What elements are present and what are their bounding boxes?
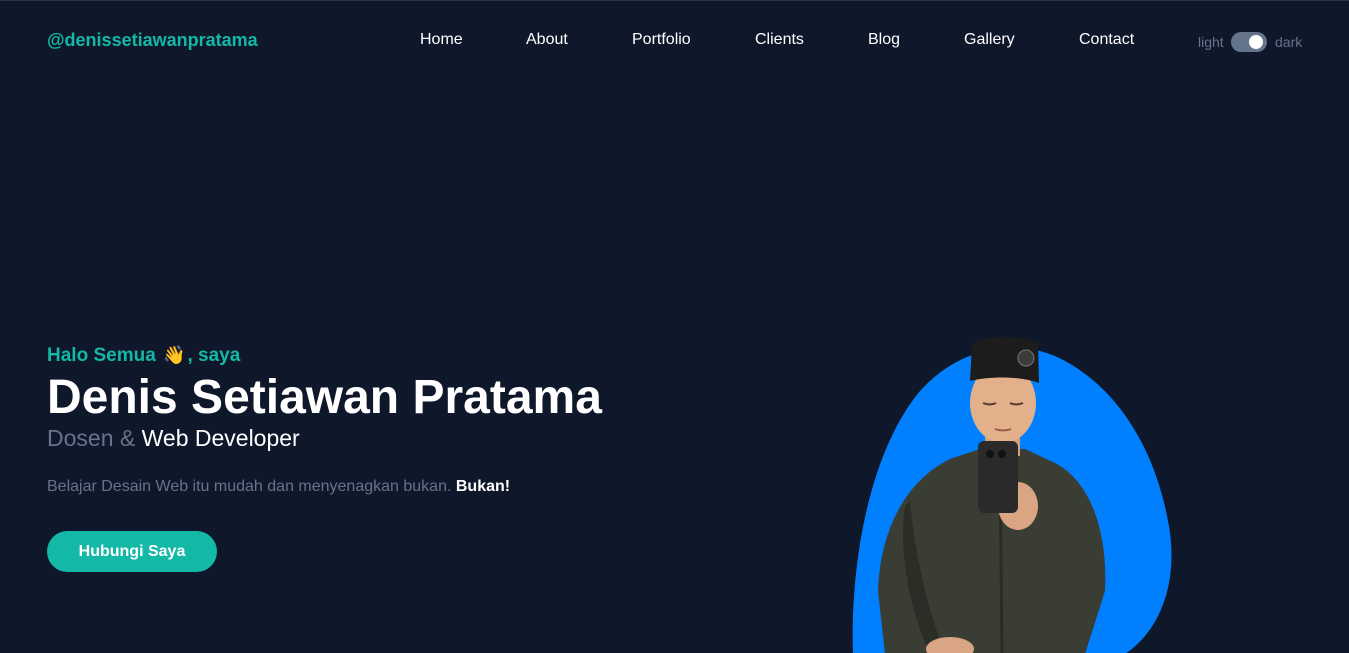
nav-link-blog[interactable]: Blog <box>868 31 900 49</box>
nav-link-about[interactable]: About <box>526 31 568 49</box>
nav-link-contact[interactable]: Contact <box>1079 31 1134 49</box>
navbar: @denissetiawanpratama Home About Portfol… <box>0 1 1349 81</box>
hero-portrait <box>850 331 1180 653</box>
hero-name: Denis Setiawan Pratama <box>47 371 602 424</box>
hero-role: Dosen & Web Developer <box>47 425 300 452</box>
nav-link-clients[interactable]: Clients <box>755 31 804 49</box>
hero-description-emphasis: Bukan! <box>455 478 511 495</box>
hero-greeting-prefix: Halo Semua <box>47 345 156 366</box>
nav-menu: Home About Portfolio Clients Blog Galler… <box>0 31 1349 51</box>
nav-link-gallery[interactable]: Gallery <box>964 31 1015 49</box>
theme-toggle-dark-label: dark <box>1275 34 1303 50</box>
nav-link-portfolio[interactable]: Portfolio <box>632 31 691 49</box>
hero-role-secondary: Dosen & <box>47 425 136 451</box>
hero-role-primary: Web Developer <box>141 425 300 451</box>
hero-greeting: Halo Semua 👋, saya <box>47 345 240 367</box>
waving-hand-icon: 👋 <box>163 345 186 365</box>
theme-toggle: light dark <box>1198 32 1308 52</box>
dark-mode-switch[interactable] <box>1231 32 1267 52</box>
portrait-illustration <box>852 337 1172 653</box>
theme-toggle-light-label: light <box>1198 34 1224 50</box>
portrait-cap-emblem <box>1017 349 1035 367</box>
page: @denissetiawanpratama Home About Portfol… <box>0 0 1349 653</box>
hero-description-text: Belajar Desain Web itu mudah dan menyena… <box>47 478 452 495</box>
hero-greeting-suffix: , saya <box>187 345 241 366</box>
portrait-phone-camera-2 <box>998 450 1006 458</box>
hero-description: Belajar Desain Web itu mudah dan menyena… <box>47 478 510 496</box>
portrait-phone <box>978 441 1018 513</box>
nav-link-home[interactable]: Home <box>420 31 463 49</box>
contact-me-button[interactable]: Hubungi Saya <box>47 531 217 572</box>
portrait-phone-camera <box>986 450 994 458</box>
dark-mode-switch-knob <box>1249 35 1263 49</box>
